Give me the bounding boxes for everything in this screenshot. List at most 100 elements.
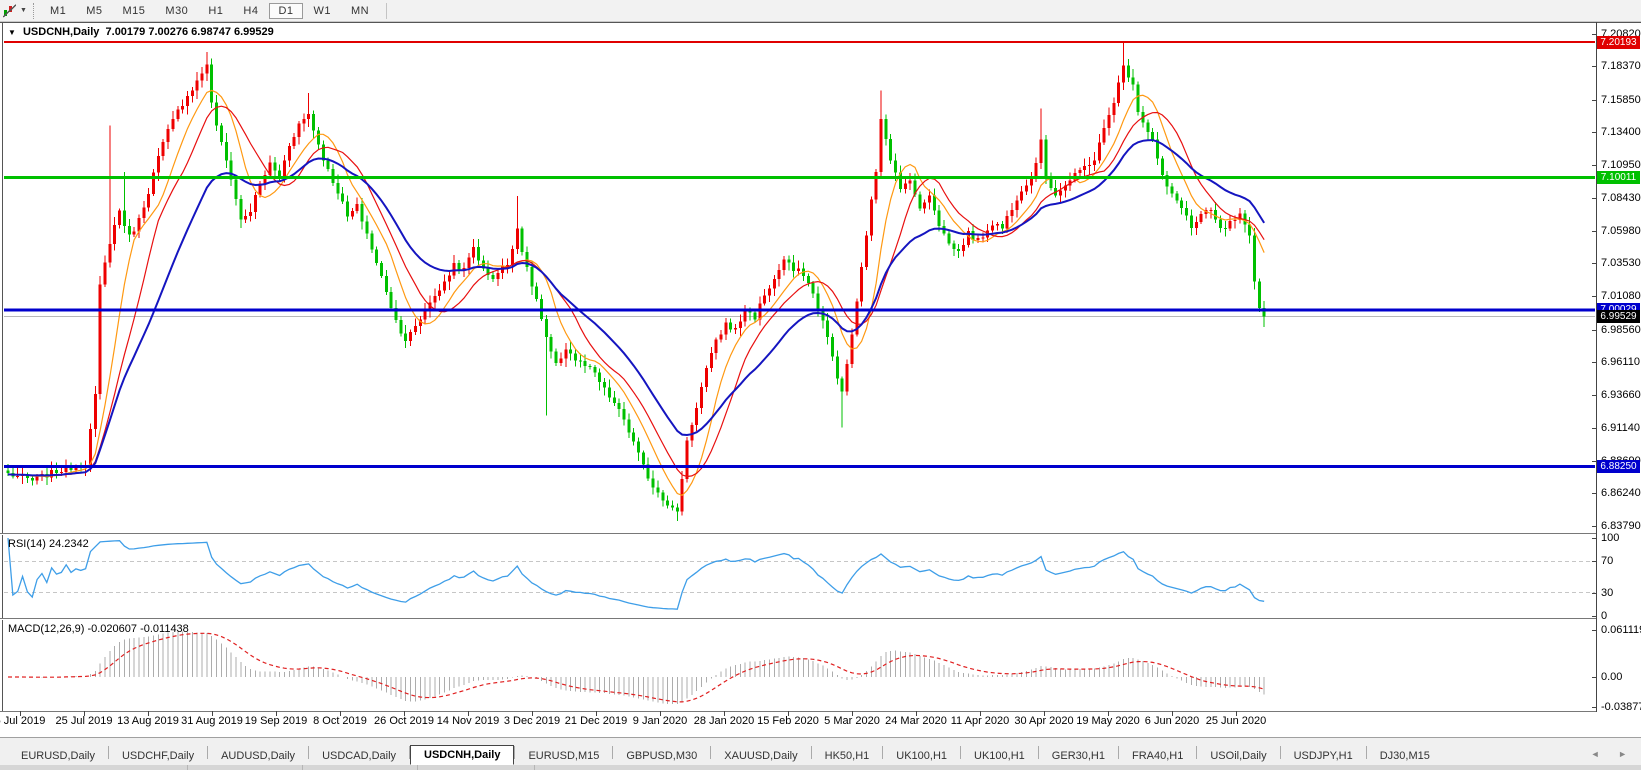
timeframe-button-w1[interactable]: W1 bbox=[305, 3, 341, 19]
candle-body bbox=[16, 476, 20, 478]
candle-body bbox=[981, 237, 985, 239]
rsi-axis-tick bbox=[1592, 593, 1597, 594]
candle-body bbox=[156, 155, 160, 173]
candle-body bbox=[583, 360, 587, 367]
candle-body bbox=[108, 244, 112, 263]
candle-body bbox=[767, 288, 771, 296]
tab-scroll-right-icon[interactable]: ► bbox=[1618, 749, 1635, 759]
chart-tab-audusd-daily[interactable]: AUDUSD,Daily bbox=[208, 747, 308, 765]
candle-body bbox=[404, 333, 408, 342]
chart-tab-xauusd-daily[interactable]: XAUUSD,Daily bbox=[711, 747, 810, 765]
candle-body bbox=[559, 358, 563, 364]
macd-pane-canvas[interactable] bbox=[3, 620, 1596, 710]
candle-body bbox=[588, 366, 592, 368]
candle-body bbox=[661, 492, 665, 501]
candle-body bbox=[1058, 190, 1062, 196]
timeframe-button-m5[interactable]: M5 bbox=[77, 3, 111, 19]
candle-body bbox=[734, 328, 737, 330]
candle-body bbox=[743, 311, 747, 322]
candle-body bbox=[1233, 220, 1237, 222]
chart-tab-usdchf-daily[interactable]: USDCHF,Daily bbox=[109, 747, 207, 765]
timeframe-button-m1[interactable]: M1 bbox=[41, 3, 75, 19]
chart-tab-fra40-h1[interactable]: FRA40,H1 bbox=[1119, 747, 1196, 765]
candle-body bbox=[530, 267, 534, 287]
candle-body bbox=[472, 246, 476, 258]
chevron-down-icon[interactable]: ▼ bbox=[20, 7, 27, 14]
rsi-tick-label: 0 bbox=[1601, 610, 1608, 622]
quote-high: 7.00276 bbox=[148, 26, 189, 38]
candle-body bbox=[234, 179, 238, 199]
timeframe-button-h1[interactable]: H1 bbox=[199, 3, 232, 19]
candle-body bbox=[782, 259, 786, 271]
candle-body bbox=[1107, 115, 1111, 128]
timeframe-button-m30[interactable]: M30 bbox=[156, 3, 197, 19]
chart-tab-dj30-m15[interactable]: DJ30,M15 bbox=[1367, 747, 1443, 765]
candle-body bbox=[894, 160, 898, 173]
date-tick-label: 31 Aug 2019 bbox=[181, 715, 243, 727]
candle-body bbox=[190, 90, 194, 97]
candle-body bbox=[1097, 142, 1101, 161]
candle-body bbox=[569, 349, 573, 354]
candle-body bbox=[641, 452, 645, 465]
candle-body bbox=[336, 182, 340, 194]
status-bar-divider bbox=[302, 765, 303, 770]
triangle-marker-icon[interactable]: ▼ bbox=[8, 28, 16, 37]
candle-body bbox=[409, 331, 413, 342]
tab-scroll-left-icon[interactable]: ◄ bbox=[1591, 749, 1608, 759]
toolbar-grip[interactable] bbox=[32, 2, 34, 19]
candle-body bbox=[554, 351, 558, 364]
rsi-pane-canvas[interactable] bbox=[3, 535, 1596, 617]
timeframe-button-m15[interactable]: M15 bbox=[114, 3, 155, 19]
timeframe-button-h4[interactable]: H4 bbox=[234, 3, 267, 19]
date-tick-label: 25 Jun 2020 bbox=[1205, 715, 1267, 727]
date-tick-label: 3 Dec 2019 bbox=[503, 715, 561, 727]
candle-body bbox=[637, 441, 640, 453]
candle-body bbox=[1223, 228, 1227, 230]
chart-tab-gbpusd-m30[interactable]: GBPUSD,M30 bbox=[613, 747, 710, 765]
price-axis-tick bbox=[1592, 296, 1597, 297]
chart-tab-eurusd-daily[interactable]: EURUSD,Daily bbox=[8, 747, 108, 765]
chart-tab-eurusd-m15[interactable]: EURUSD,M15 bbox=[515, 747, 612, 765]
candle-body bbox=[147, 193, 151, 208]
candle-body bbox=[598, 372, 602, 383]
candle-body bbox=[1194, 221, 1198, 228]
chart-cursor-icon[interactable] bbox=[2, 3, 18, 19]
timeframe-button-d1[interactable]: D1 bbox=[269, 2, 303, 19]
candle-body bbox=[1214, 209, 1218, 220]
chart-tab-hk50-h1[interactable]: HK50,H1 bbox=[812, 747, 883, 765]
candle-body bbox=[413, 325, 417, 332]
chart-tab-bar: EURUSD,Daily USDCHF,Daily AUDUSD,Daily USDC… bbox=[0, 737, 1641, 766]
candle-body bbox=[161, 141, 165, 156]
main-chart-canvas[interactable] bbox=[3, 23, 1596, 532]
candle-body bbox=[520, 228, 524, 252]
price-axis-tick bbox=[1592, 198, 1597, 199]
candle-body bbox=[811, 283, 815, 294]
chart-tab-uk100-h1[interactable]: UK100,H1 bbox=[883, 747, 960, 765]
candle-body bbox=[845, 364, 849, 392]
candle-body bbox=[763, 295, 767, 304]
chart-tab-usdjpy-h1[interactable]: USDJPY,H1 bbox=[1281, 747, 1366, 765]
chart-tab-usdcad-daily[interactable]: USDCAD,Daily bbox=[309, 747, 409, 765]
candle-body bbox=[1160, 158, 1164, 176]
chart-tab-usoil-daily[interactable]: USOil,Daily bbox=[1197, 747, 1279, 765]
candle-body bbox=[103, 262, 107, 285]
candle-body bbox=[1175, 193, 1179, 201]
date-tick-label: 13 Aug 2019 bbox=[117, 715, 179, 727]
candle-body bbox=[952, 243, 956, 250]
date-tick-label: 11 Apr 2020 bbox=[950, 715, 1010, 727]
candle-body bbox=[210, 64, 214, 103]
chart-tab-ger30-h1[interactable]: GER30,H1 bbox=[1039, 747, 1118, 765]
candle-body bbox=[326, 160, 330, 170]
macd-signal-line bbox=[8, 632, 1265, 703]
timeframe-button-mn[interactable]: MN bbox=[342, 3, 378, 19]
candle-body bbox=[181, 106, 185, 110]
candle-body bbox=[1005, 216, 1009, 229]
price-level-badge: 7.10011 bbox=[1597, 171, 1640, 184]
price-axis-line bbox=[1596, 22, 1597, 712]
chart-tab-usdcnh-daily[interactable]: USDCNH,Daily bbox=[410, 745, 515, 765]
price-axis-tick bbox=[1592, 428, 1597, 429]
candle-body bbox=[1088, 165, 1092, 167]
chart-tab-uk100-h1[interactable]: UK100,H1 bbox=[961, 747, 1038, 765]
candle-body bbox=[98, 284, 102, 394]
price-axis-tick bbox=[1592, 493, 1597, 494]
